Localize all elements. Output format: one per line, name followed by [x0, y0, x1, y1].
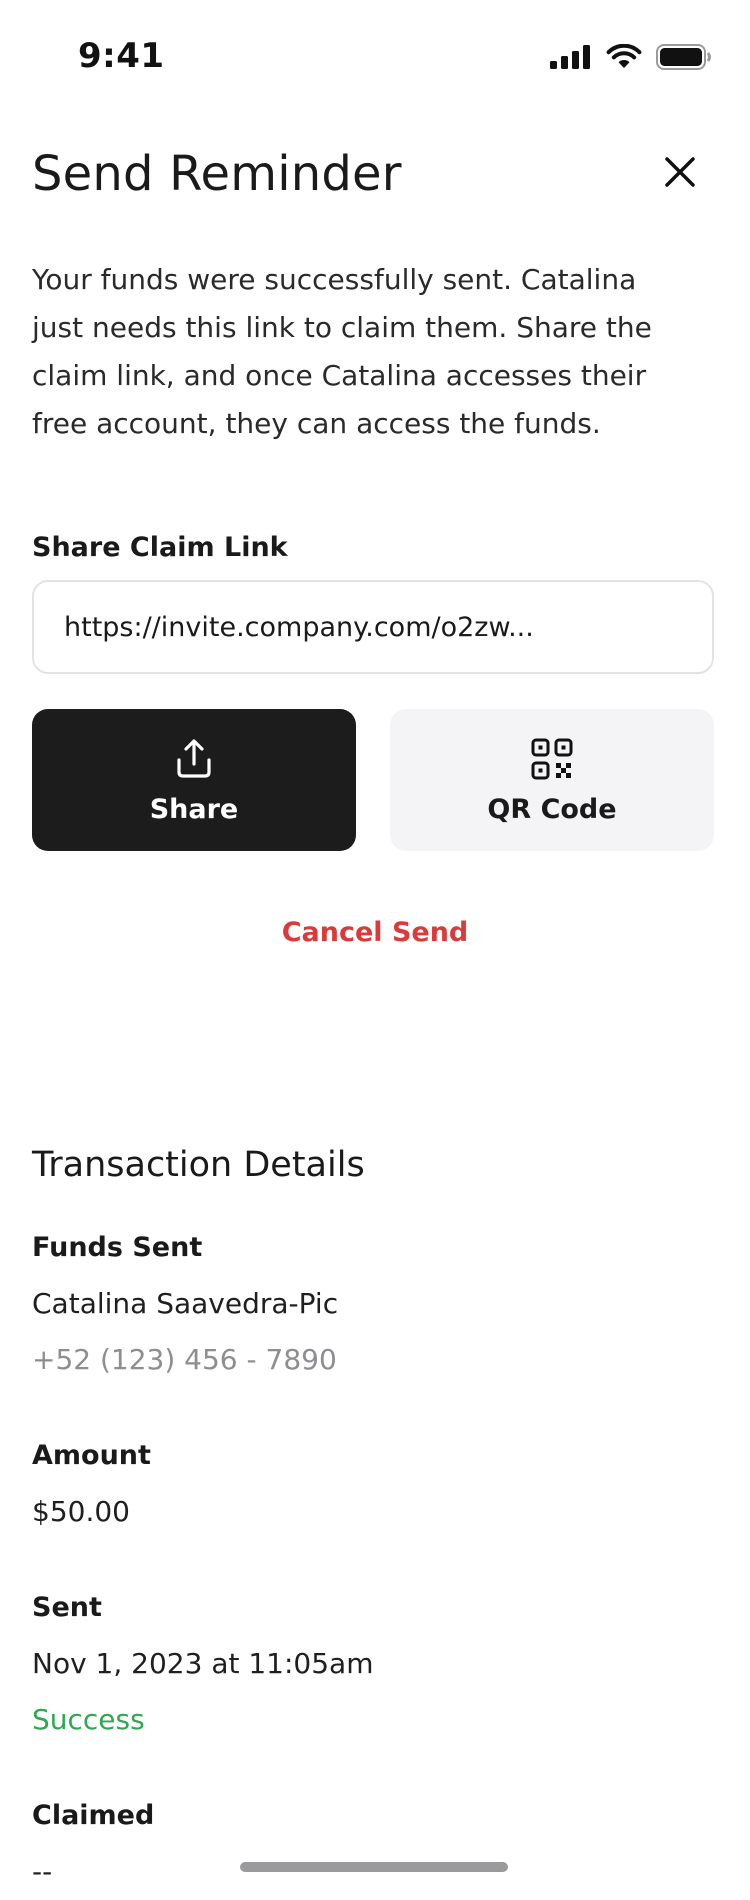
wifi-icon: [606, 44, 642, 68]
transaction-details-title: Transaction Details: [32, 1145, 365, 1185]
recipient-name: Catalina Saavedra-Pic: [32, 1287, 339, 1320]
intro-text: Your funds were successfully sent. Catal…: [32, 263, 652, 440]
amount-value: $50.00: [32, 1495, 130, 1528]
close-button[interactable]: [658, 150, 702, 194]
status-bar: 9:41: [0, 0, 750, 120]
sent-status: Success: [32, 1703, 145, 1736]
claimed-label: Claimed: [32, 1800, 155, 1831]
qr-code-button-label: QR Code: [487, 793, 617, 825]
share-button[interactable]: Share: [32, 709, 356, 851]
home-indicator: [240, 1862, 508, 1872]
share-upload-icon: [177, 738, 211, 778]
qr-code-icon: [531, 738, 573, 779]
claimed-value: --: [32, 1855, 53, 1888]
cancel-send-button[interactable]: Cancel Send: [0, 917, 750, 948]
funds-sent-label: Funds Sent: [32, 1232, 203, 1263]
close-icon: [665, 157, 695, 187]
status-time: 9:41: [78, 36, 165, 76]
battery-icon: [656, 44, 711, 70]
sent-label: Sent: [32, 1592, 102, 1623]
sent-value: Nov 1, 2023 at 11:05am: [32, 1647, 374, 1680]
cellular-signal-icon: [550, 45, 590, 69]
share-claim-link-label: Share Claim Link: [32, 532, 288, 563]
amount-label: Amount: [32, 1440, 151, 1471]
recipient-phone: +52 (123) 456 - 7890: [32, 1343, 337, 1376]
qr-code-button[interactable]: QR Code: [390, 709, 714, 851]
share-button-label: Share: [149, 793, 239, 825]
claim-link-field[interactable]: [32, 580, 714, 674]
status-icons: [550, 44, 712, 70]
page-title: Send Reminder: [32, 146, 402, 202]
